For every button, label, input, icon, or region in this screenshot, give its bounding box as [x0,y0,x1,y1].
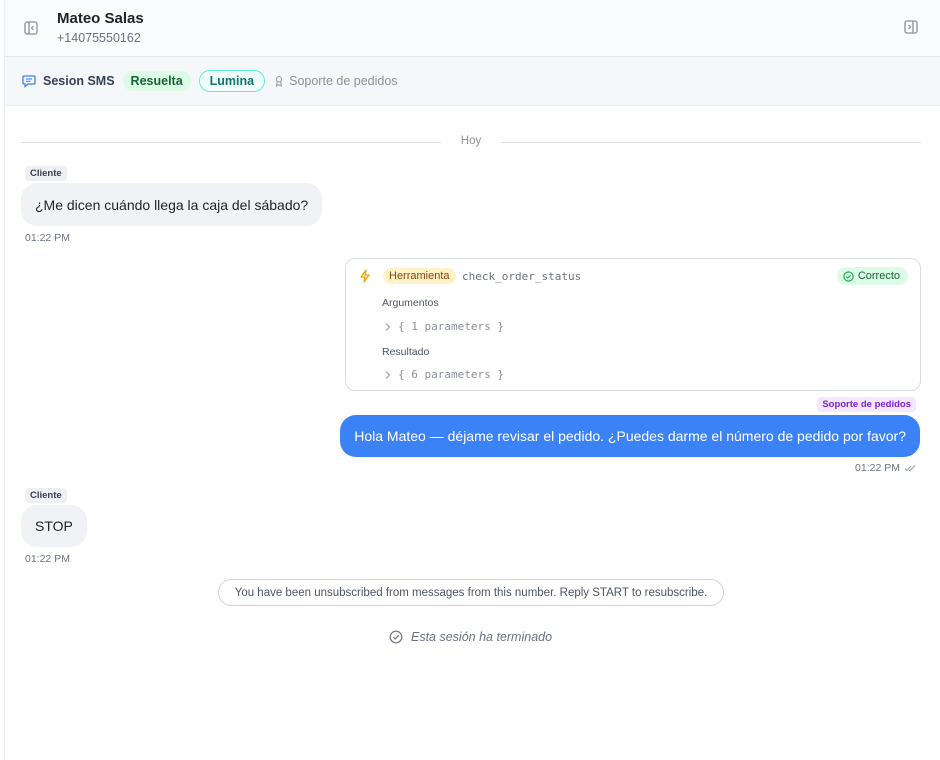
team-icon [273,75,285,87]
double-check-icon [904,464,916,472]
arguments-summary: { 1 parameters } [398,320,504,333]
chat-bubble-icon [22,74,36,88]
session-info-bar: Sesion SMS Resuelta Lumina Soporte de pe… [5,57,940,106]
contact-phone: +14075550162 [57,31,141,45]
chevron-right-icon [384,370,392,380]
incoming-message-bubble: STOP [21,505,87,547]
message-text: STOP [35,518,73,534]
check-circle-icon [843,270,854,282]
sidebar-toggle-left-icon[interactable] [21,18,41,38]
check-circle-icon [389,630,403,644]
session-type-label: Sesion SMS [43,74,115,88]
tool-name: check_order_status [462,270,582,283]
result-summary: { 6 parameters } [398,368,504,381]
message-text: ¿Me dicen cuándo llega la caja del sábad… [35,196,309,213]
agent-badge[interactable]: Lumina [198,70,266,92]
result-toggle[interactable]: { 6 parameters } [384,368,504,381]
sender-tag: Soporte de pedidos [817,397,916,412]
tool-call-card: Herramienta check_order_status Correcto … [345,258,921,391]
arguments-toggle[interactable]: { 1 parameters } [384,320,504,333]
message-time: 01:22 PM [25,553,70,565]
divider-line-right [501,142,921,143]
outgoing-message-bubble: Hola Mateo — déjame revisar el pedido. ¿… [340,415,920,457]
lightning-icon [359,269,371,288]
tool-status-label: Correcto [857,270,900,282]
sender-tag: Cliente [25,166,67,181]
team-label: Soporte de pedidos [289,74,398,88]
tool-badge: Herramienta [383,268,456,284]
message-time: 01:22 PM [855,462,900,474]
result-label: Resultado [382,346,430,358]
date-divider-label: Hoy [460,135,482,147]
sidebar-toggle-right-icon[interactable] [901,17,921,37]
session-ended-text: Esta sesión ha terminado [411,630,553,644]
arguments-label: Argumentos [382,297,439,309]
incoming-message-bubble: ¿Me dicen cuándo llega la caja del sábad… [21,183,323,226]
session-status-badge: Resuelta [122,71,191,91]
message-time: 01:22 PM [25,232,70,244]
tool-status-badge: Correcto [836,267,908,285]
session-ended-notice: Esta sesión ha terminado [389,630,552,644]
chevron-right-icon [384,322,392,332]
chat-panel: Mateo Salas +14075550162 Sesion SMS Resu… [4,0,940,760]
contact-name: Mateo Salas [57,10,144,27]
sender-tag: Cliente [25,488,67,503]
conversation-header: Mateo Salas +14075550162 [5,0,940,57]
system-notice: You have been unsubscribed from messages… [218,579,724,606]
message-meta: 01:22 PM [855,462,916,474]
message-text: Hola Mateo — déjame revisar el pedido. ¿… [354,428,906,444]
date-divider: Hoy [21,133,921,151]
